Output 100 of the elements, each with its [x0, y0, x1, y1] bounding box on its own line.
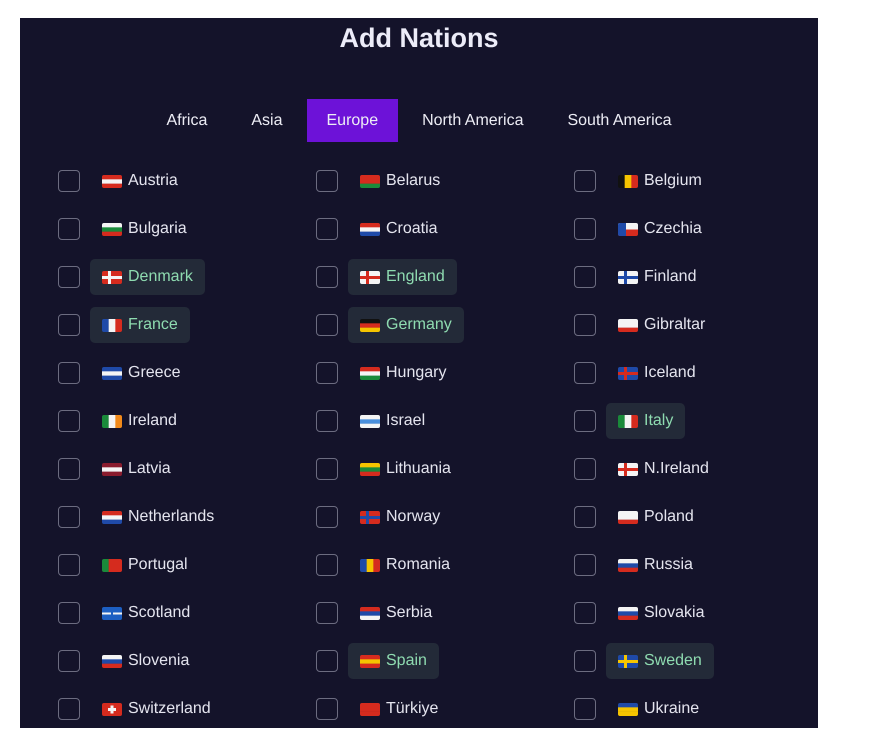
- region-tab[interactable]: Asia: [231, 99, 302, 142]
- nation-chip[interactable]: Denmark: [90, 259, 205, 295]
- region-tab[interactable]: Europe: [306, 99, 398, 142]
- nation-chip[interactable]: Belgium: [606, 163, 714, 199]
- checkbox[interactable]: [574, 554, 596, 576]
- region-tab[interactable]: South America: [547, 99, 692, 142]
- nation-chip[interactable]: Bulgaria: [90, 211, 199, 247]
- checkbox[interactable]: [574, 650, 596, 672]
- flag-icon: [102, 414, 122, 428]
- checkbox[interactable]: [316, 650, 338, 672]
- region-tab[interactable]: Africa: [146, 99, 228, 142]
- checkbox[interactable]: [574, 698, 596, 720]
- flag-icon: [102, 702, 122, 716]
- nation-chip[interactable]: Czechia: [606, 211, 714, 247]
- nation-chip[interactable]: Belarus: [348, 163, 452, 199]
- nation-chip[interactable]: Latvia: [90, 451, 183, 487]
- checkbox[interactable]: [316, 170, 338, 192]
- checkbox[interactable]: [58, 266, 80, 288]
- checkbox[interactable]: [58, 410, 80, 432]
- checkbox[interactable]: [574, 506, 596, 528]
- nation-chip[interactable]: France: [90, 307, 190, 343]
- checkbox[interactable]: [574, 410, 596, 432]
- nation-chip[interactable]: Spain: [348, 643, 439, 679]
- flag-icon: [360, 606, 380, 620]
- nation-chip[interactable]: Gibraltar: [606, 307, 718, 343]
- nation-chip[interactable]: Finland: [606, 259, 708, 295]
- checkbox[interactable]: [316, 698, 338, 720]
- nation-chip[interactable]: Italy: [606, 403, 686, 439]
- checkbox[interactable]: [58, 698, 80, 720]
- checkbox[interactable]: [58, 362, 80, 384]
- nation-chip[interactable]: Austria: [90, 163, 190, 199]
- nation-chip[interactable]: Croatia: [348, 211, 450, 247]
- flag-icon: [102, 270, 122, 284]
- nation-chip[interactable]: Sweden: [606, 643, 714, 679]
- nation-chip[interactable]: Portugal: [90, 547, 200, 583]
- flag-icon: [360, 654, 380, 668]
- nation-chip[interactable]: Switzerland: [90, 691, 223, 727]
- checkbox[interactable]: [574, 218, 596, 240]
- checkbox[interactable]: [58, 218, 80, 240]
- nation-chip[interactable]: Israel: [348, 403, 438, 439]
- nation-chip[interactable]: Germany: [348, 307, 464, 343]
- checkbox[interactable]: [316, 554, 338, 576]
- checkbox[interactable]: [58, 506, 80, 528]
- nation-chip[interactable]: Greece: [90, 355, 192, 391]
- checkbox[interactable]: [316, 314, 338, 336]
- checkbox[interactable]: [574, 266, 596, 288]
- checkbox[interactable]: [316, 410, 338, 432]
- nation-chip[interactable]: Norway: [348, 499, 452, 535]
- checkbox[interactable]: [574, 458, 596, 480]
- nation-chip[interactable]: Slovakia: [606, 595, 716, 631]
- nation-chip[interactable]: Slovenia: [90, 643, 202, 679]
- flag-icon: [618, 174, 638, 188]
- flag-icon: [360, 222, 380, 236]
- nation-chip[interactable]: Ireland: [90, 403, 189, 439]
- checkbox[interactable]: [316, 458, 338, 480]
- checkbox[interactable]: [316, 362, 338, 384]
- checkbox[interactable]: [58, 554, 80, 576]
- nation-chip[interactable]: Netherlands: [90, 499, 226, 535]
- flag-icon: [360, 366, 380, 380]
- checkbox[interactable]: [574, 314, 596, 336]
- flag-icon: [102, 606, 122, 620]
- flag-icon: [360, 462, 380, 476]
- checkbox[interactable]: [316, 266, 338, 288]
- checkbox[interactable]: [58, 650, 80, 672]
- checkbox[interactable]: [574, 602, 596, 624]
- nation-chip[interactable]: N.Ireland: [606, 451, 721, 487]
- flag-icon: [360, 414, 380, 428]
- nation-chip[interactable]: Scotland: [90, 595, 202, 631]
- checkbox[interactable]: [316, 506, 338, 528]
- flag-icon: [102, 510, 122, 524]
- checkbox[interactable]: [58, 602, 80, 624]
- flag-icon: [102, 366, 122, 380]
- flag-icon: [360, 318, 380, 332]
- flag-icon: [618, 462, 638, 476]
- nation-chip[interactable]: Hungary: [348, 355, 458, 391]
- checkbox[interactable]: [574, 170, 596, 192]
- checkbox[interactable]: [58, 314, 80, 336]
- flag-icon: [360, 558, 380, 572]
- nation-chip[interactable]: Ukraine: [606, 691, 712, 727]
- nation-chip[interactable]: Lithuania: [348, 451, 463, 487]
- checkbox[interactable]: [58, 458, 80, 480]
- nation-chip[interactable]: Poland: [606, 499, 706, 535]
- nation-chip[interactable]: England: [348, 259, 457, 295]
- nation-chip[interactable]: Russia: [606, 547, 705, 583]
- checkbox[interactable]: [58, 170, 80, 192]
- flag-icon: [618, 654, 638, 668]
- nation-chip[interactable]: Türkiye: [348, 691, 450, 727]
- flag-icon: [618, 222, 638, 236]
- flag-icon: [618, 270, 638, 284]
- flag-icon: [618, 318, 638, 332]
- dialog-title: Add Nations: [338, 22, 500, 54]
- nation-chip[interactable]: Romania: [348, 547, 462, 583]
- flag-icon: [102, 222, 122, 236]
- checkbox[interactable]: [316, 218, 338, 240]
- nation-chip[interactable]: Serbia: [348, 595, 444, 631]
- nation-chip[interactable]: Iceland: [606, 355, 708, 391]
- checkbox[interactable]: [574, 362, 596, 384]
- flag-icon: [102, 558, 122, 572]
- region-tab[interactable]: North America: [402, 99, 544, 142]
- checkbox[interactable]: [316, 602, 338, 624]
